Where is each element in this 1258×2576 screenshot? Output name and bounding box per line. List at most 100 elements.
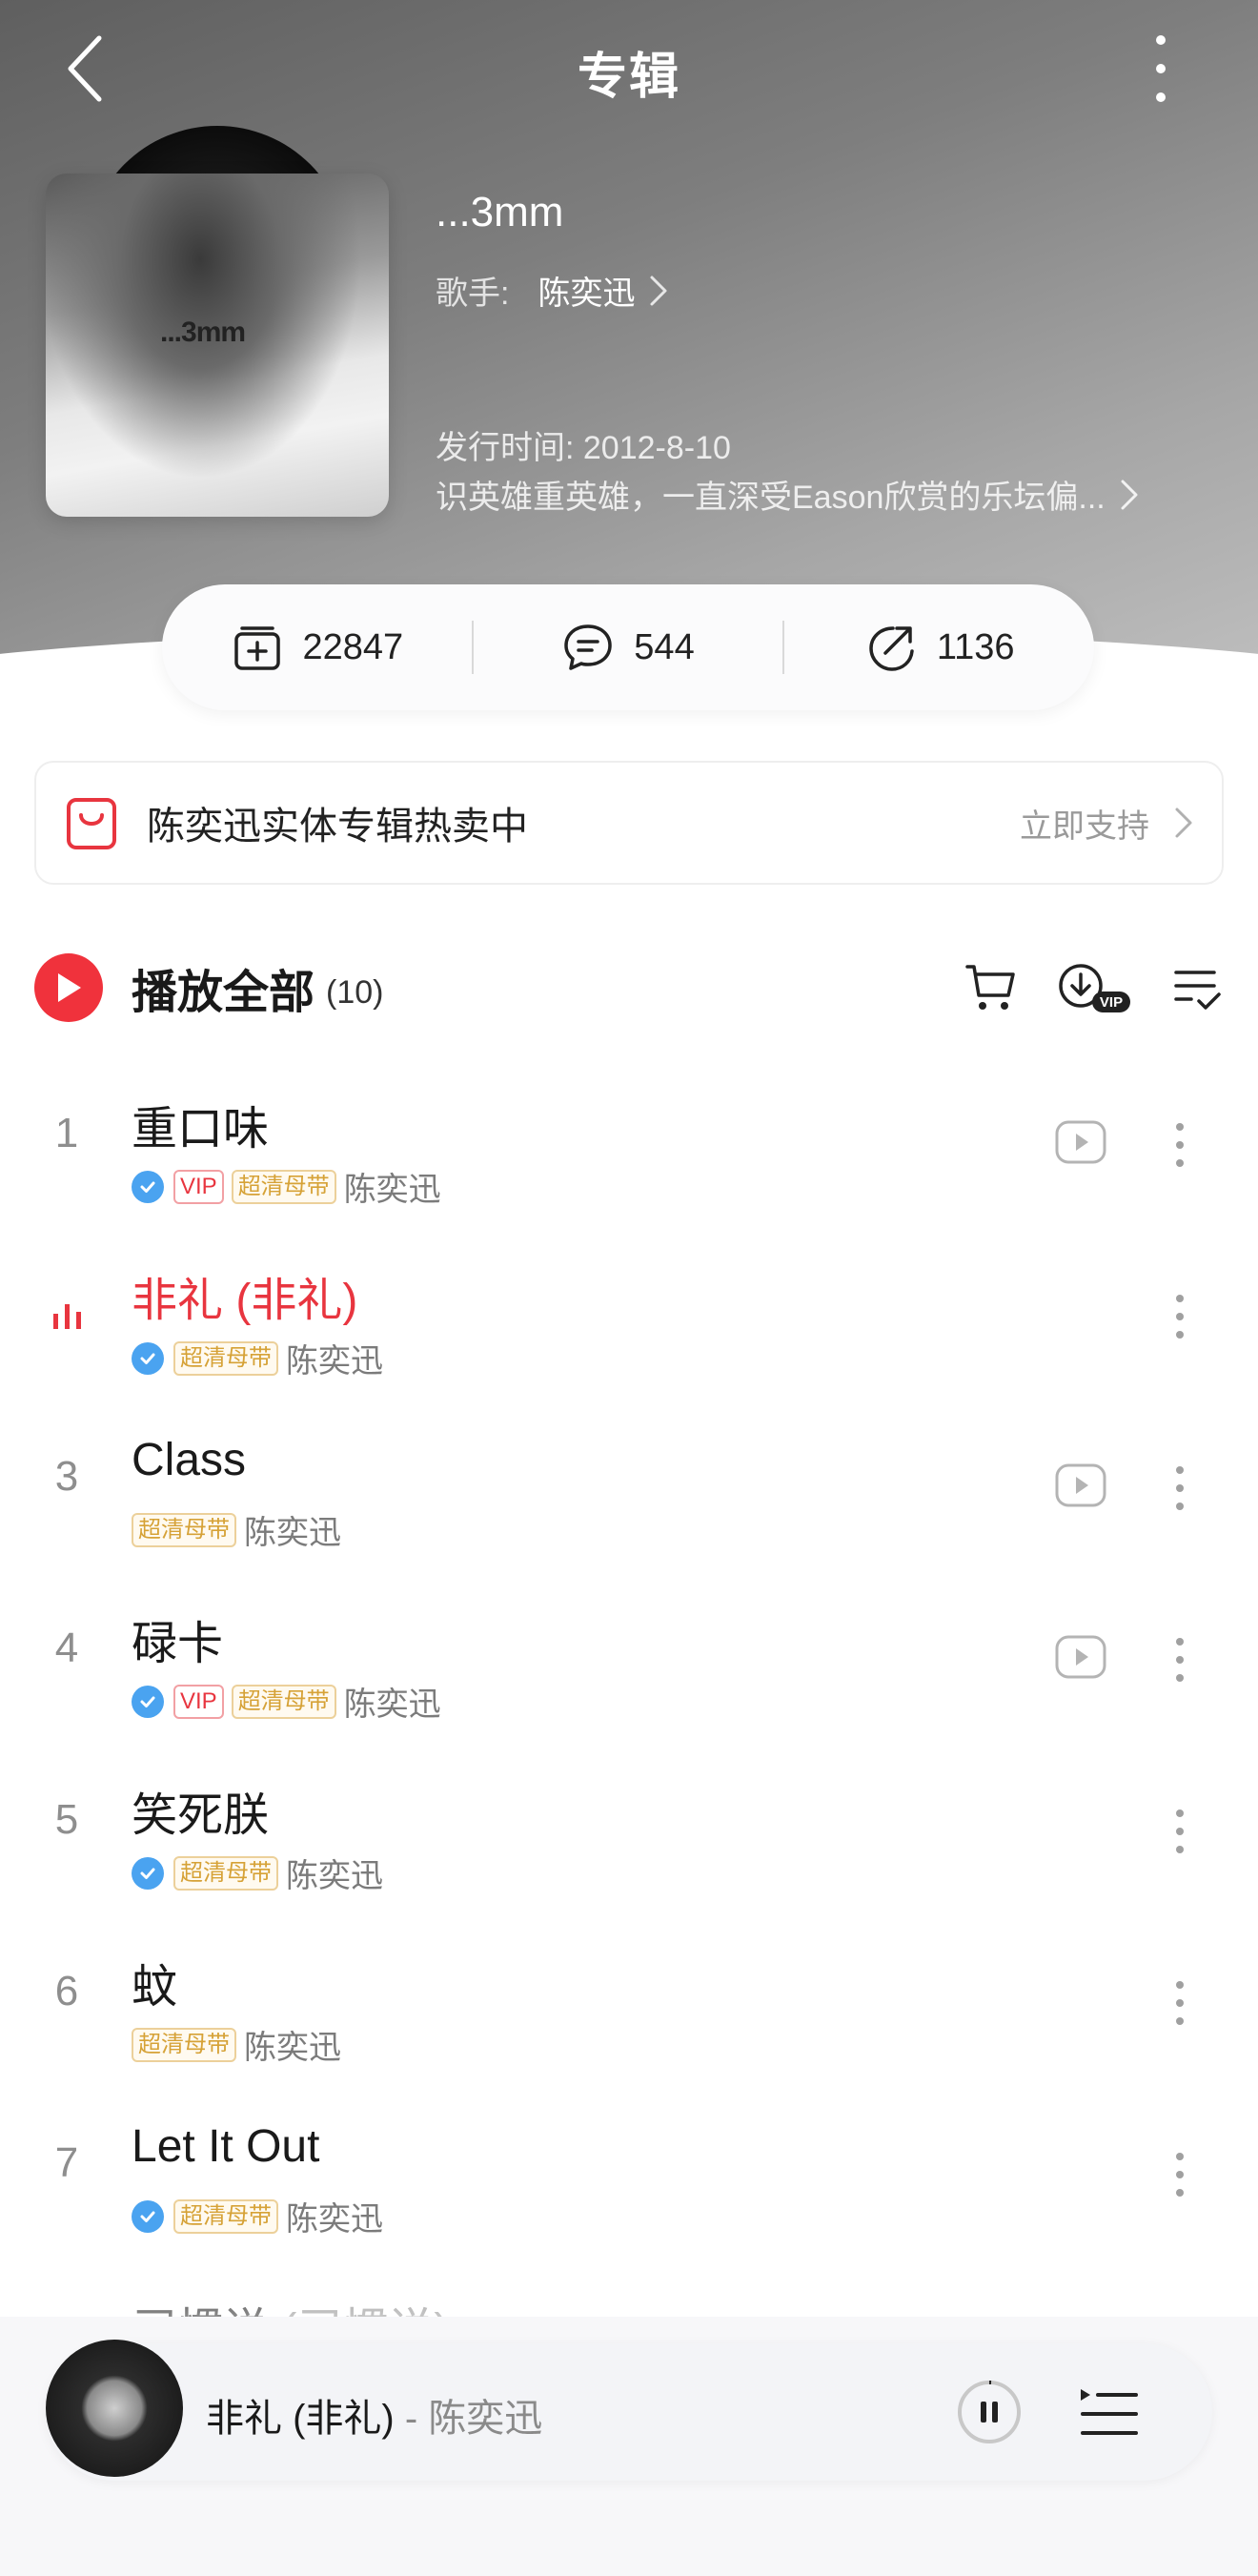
multi-select-icon[interactable] <box>1170 961 1224 1014</box>
comment-count: 544 <box>634 626 695 667</box>
chevron-right-icon <box>650 276 667 305</box>
share-icon <box>869 626 914 671</box>
song-alias: (非礼) <box>223 1276 358 1326</box>
vertical-dots-icon[interactable] <box>1170 1808 1189 1855</box>
release-date: 发行时间: 2012-8-10 <box>436 430 731 466</box>
vertical-dots-icon[interactable] <box>1170 1121 1189 1169</box>
play-icon <box>58 973 81 1002</box>
master-quality-badge: 超清母带 <box>173 1855 278 1891</box>
song-row[interactable]: 1 重口味 VIP 超清母带 陈奕迅 <box>0 1054 1258 1226</box>
share-count: 1136 <box>936 626 1015 667</box>
song-meta: VIP 超清母带 陈奕迅 <box>132 1163 441 1210</box>
vertical-dots-icon[interactable] <box>1144 32 1182 109</box>
master-quality-badge: 超清母带 <box>132 2027 236 2062</box>
add-collection-icon <box>233 626 280 670</box>
song-row[interactable]: 5 笑死朕 超清母带 陈奕迅 <box>0 1741 1258 1912</box>
cover-logo: ...3mm <box>160 317 246 348</box>
song-name: 笑死朕 <box>132 1790 270 1841</box>
description-text: 识英雄重英雄，一直深受Eason欣赏的乐坛偏... <box>436 480 1106 516</box>
vip-badge: VIP <box>173 1169 224 1204</box>
song-meta: VIP 超清母带 陈奕迅 <box>132 1678 441 1725</box>
merch-banner[interactable]: 陈奕迅实体专辑热卖中 立即支持 <box>34 761 1224 885</box>
song-meta: 超清母带 陈奕迅 <box>132 1506 341 1553</box>
song-meta: 超清母带 陈奕迅 <box>132 2021 341 2068</box>
album-name: ...3mm <box>436 189 564 235</box>
vertical-dots-icon[interactable] <box>1170 1636 1189 1684</box>
song-name: 非礼 <box>132 1276 224 1326</box>
song-artist[interactable]: 陈奕迅 <box>286 2193 383 2239</box>
song-meta: 超清母带 陈奕迅 <box>132 1850 383 1896</box>
song-meta: 超清母带 陈奕迅 <box>132 1335 383 1381</box>
share-button[interactable]: 1136 <box>784 621 1094 674</box>
song-artist[interactable]: 陈奕迅 <box>286 1850 383 1896</box>
svg-text:VIP: VIP <box>1100 994 1123 1011</box>
song-title: 重口味 <box>132 1091 269 1157</box>
now-playing-artist: 陈奕迅 <box>428 2398 543 2440</box>
master-quality-badge: 超清母带 <box>231 1169 336 1204</box>
now-playing-song: 非礼 (非礼) <box>206 2398 395 2440</box>
mini-player[interactable]: 非礼 (非礼) - 陈奕迅 <box>46 2340 1212 2481</box>
singer-name[interactable]: 陈奕迅 <box>538 267 635 314</box>
track-number: 6 <box>54 1968 79 2014</box>
verified-icon <box>132 1341 164 1375</box>
play-all-button[interactable] <box>34 953 103 1022</box>
pause-icon[interactable] <box>955 2378 1024 2451</box>
comment-button[interactable]: 544 <box>474 621 783 674</box>
singer-row[interactable]: 歌手: 陈奕迅 <box>436 267 669 314</box>
vertical-dots-icon[interactable] <box>1170 1979 1189 2027</box>
song-artist[interactable]: 陈奕迅 <box>244 1506 341 1553</box>
song-title: 碌卡 <box>132 1605 223 1672</box>
vip-badge: VIP <box>173 1684 224 1719</box>
vertical-dots-icon[interactable] <box>1170 1464 1189 1512</box>
shopping-bag-icon <box>67 798 116 849</box>
album-stats: 22847 544 1136 <box>162 584 1094 710</box>
verified-icon <box>132 2199 164 2233</box>
verified-icon <box>132 1856 164 1890</box>
song-name: 重口味 <box>132 1104 270 1155</box>
equalizer-icon <box>53 1304 81 1329</box>
song-artist[interactable]: 陈奕迅 <box>286 1335 383 1381</box>
cart-icon[interactable] <box>964 961 1018 1014</box>
song-row[interactable]: 非礼 (非礼) 超清母带 陈奕迅 <box>0 1226 1258 1398</box>
support-label: 立即支持 <box>1020 808 1149 845</box>
now-playing-disc[interactable] <box>46 2340 183 2477</box>
song-artist[interactable]: 陈奕迅 <box>244 2021 341 2068</box>
album-description[interactable]: 识英雄重英雄，一直深受Eason欣赏的乐坛偏... <box>436 471 1188 518</box>
verified-icon <box>132 1685 164 1718</box>
song-row[interactable]: 4 碌卡 VIP 超清母带 陈奕迅 <box>0 1569 1258 1741</box>
page-title: 专辑 <box>577 50 680 105</box>
song-row[interactable]: 6 蚊超清母带 陈奕迅 <box>0 1912 1258 2084</box>
song-meta: 超清母带 陈奕迅 <box>132 2193 383 2239</box>
support-link[interactable]: 立即支持 <box>1020 800 1222 847</box>
vertical-dots-icon[interactable] <box>1170 2151 1189 2198</box>
song-title: 笑死朕 <box>132 1777 269 1844</box>
track-number: 4 <box>54 1625 79 1671</box>
song-row[interactable]: 3 Class 超清母带 陈奕迅 <box>0 1398 1258 1569</box>
master-quality-badge: 超清母带 <box>231 1684 336 1719</box>
album-cover[interactable]: ...3mm <box>46 174 389 517</box>
song-artist[interactable]: 陈奕迅 <box>344 1163 441 1210</box>
song-title: 非礼 (非礼) <box>132 1262 357 1329</box>
master-quality-badge: 超清母带 <box>173 1340 278 1376</box>
vip-download-icon[interactable]: VIP <box>1056 961 1132 1014</box>
track-number: 1 <box>54 1110 79 1156</box>
song-artist[interactable]: 陈奕迅 <box>344 1678 441 1725</box>
collect-button[interactable]: 22847 <box>162 621 472 674</box>
list-tools: VIP <box>926 961 1224 1014</box>
track-number: 3 <box>54 1453 79 1500</box>
chevron-right-icon <box>1175 808 1192 838</box>
now-playing-title[interactable]: 非礼 (非礼) - 陈奕迅 <box>206 2387 542 2443</box>
song-title: Let It Out <box>132 2120 319 2173</box>
playlist-icon[interactable] <box>1075 2383 1144 2449</box>
mv-play-icon[interactable] <box>1054 1119 1107 1165</box>
vertical-dots-icon[interactable] <box>1170 1293 1189 1340</box>
play-all-label[interactable]: 播放全部 <box>132 954 314 1021</box>
mv-play-icon[interactable] <box>1054 1634 1107 1680</box>
song-row[interactable]: 7 Let It Out 超清母带 陈奕迅 <box>0 2084 1258 2256</box>
song-name: 碌卡 <box>132 1619 224 1669</box>
song-title: 蚊 <box>132 1949 177 2015</box>
song-name: Let It Out <box>132 2121 320 2172</box>
song-count: (10) <box>326 973 384 1011</box>
singer-label: 歌手: <box>436 276 510 312</box>
mv-play-icon[interactable] <box>1054 1462 1107 1508</box>
